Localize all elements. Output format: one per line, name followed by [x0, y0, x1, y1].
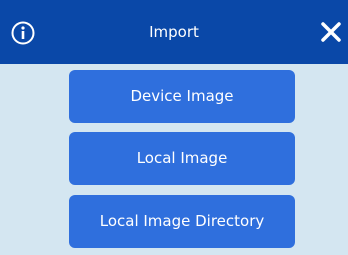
dialog-titlebar: Import	[0, 0, 348, 64]
local-image-directory-button[interactable]: Local Image Directory	[69, 195, 295, 248]
import-dialog: Import Device Image Local Image Local Im…	[0, 0, 348, 255]
close-icon[interactable]	[320, 21, 342, 43]
device-image-button[interactable]: Device Image	[69, 70, 295, 123]
local-image-button[interactable]: Local Image	[69, 132, 295, 185]
dialog-title: Import	[149, 23, 199, 41]
dialog-body: Device Image Local Image Local Image Dir…	[0, 64, 348, 255]
